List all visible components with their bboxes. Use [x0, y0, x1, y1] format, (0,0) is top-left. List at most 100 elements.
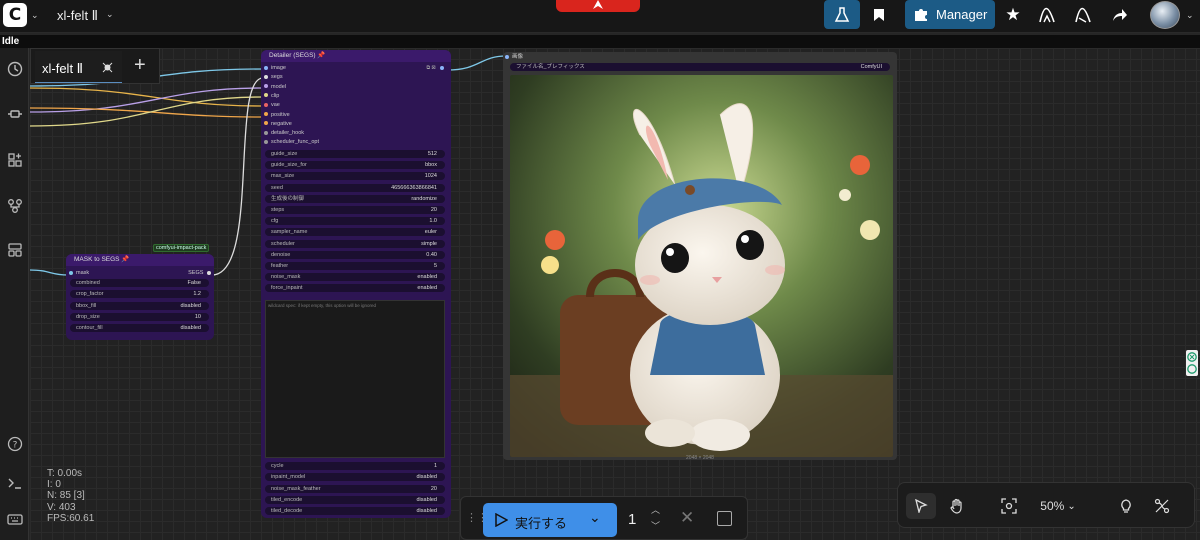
detailer-input-detailer-hook[interactable]: detailer_hook	[264, 129, 304, 138]
widget-seed[interactable]: seed 465666363866841	[265, 183, 445, 192]
widget-guide-size-for[interactable]: guide_size_for bbox	[265, 161, 445, 170]
logo-chevron-icon[interactable]: ⌄	[31, 10, 39, 21]
detailer-node[interactable]: Detailer (SEGS) 📌 image segs model clip vae p…	[261, 50, 451, 518]
widget-noise-mask[interactable]: noise_mask enabled	[265, 273, 445, 282]
workflows-icon[interactable]	[5, 198, 25, 218]
wildcard-textarea[interactable]: wildcard spec: if kept empty, this optio…	[265, 300, 445, 458]
top-bar: C ⌄ xl-felt Ⅱ ⌄ Manager ★ ⌄	[0, 0, 1200, 33]
widget-steps[interactable]: steps 20	[265, 206, 445, 214]
widget-inpaint-model[interactable]: inpaint_model disabled	[265, 473, 445, 482]
output-image	[510, 75, 893, 457]
widget-label: bbox_fill	[76, 302, 97, 309]
widget-value: 5	[433, 263, 437, 269]
model-library-icon[interactable]	[5, 152, 25, 172]
widget-force-inpaint[interactable]: force_inpaint enabled	[265, 284, 445, 293]
image-panel-input[interactable]: 画像	[505, 53, 523, 62]
graph-canvas[interactable]: xl-felt Ⅱ + Detailer (SEGS) 📌 image segs m…	[30, 48, 1200, 540]
widget-value: disabled	[416, 474, 438, 481]
widget-sampler-name[interactable]: sampler_name euler	[265, 228, 445, 237]
widget-label: tiled_decode	[271, 508, 303, 515]
widget-cfg[interactable]: cfg 1.0	[265, 217, 445, 226]
side-toggle[interactable]	[1186, 350, 1198, 376]
detailer-input-positive[interactable]: positive	[264, 111, 290, 120]
history-icon[interactable]	[5, 61, 25, 81]
toggle-links-button[interactable]	[1148, 493, 1176, 519]
filename-prefix-field[interactable]: ファイル名_プレフィックス ComfyUI	[510, 63, 890, 71]
detailer-input-image[interactable]: image	[264, 64, 286, 73]
mask-to-segs-node[interactable]: MASK to SEGS 📌 mask SEGS combined False cr…	[66, 254, 214, 340]
detailer-input-vae[interactable]: vae	[264, 101, 280, 110]
detailer-input-clip[interactable]: clip	[264, 92, 279, 101]
widget-crop-factor[interactable]: crop_factor 1.2	[70, 290, 209, 299]
widget-tiled-decode[interactable]: tiled_decode disabled	[265, 507, 445, 516]
run-button[interactable]: 実行する ⌄	[483, 503, 617, 537]
workflow-title[interactable]: xl-felt Ⅱ	[57, 8, 98, 24]
hint-button[interactable]	[1113, 493, 1139, 519]
avatar-chevron-icon[interactable]: ⌄	[1186, 10, 1194, 21]
widget-cycle[interactable]: cycle 1	[265, 462, 445, 470]
add-tab-button[interactable]: +	[134, 54, 146, 77]
favorites-button[interactable]: ★	[1000, 0, 1026, 29]
widget-noise-mask-feather[interactable]: noise_mask_feather 20	[265, 484, 445, 493]
terminal-icon[interactable]	[5, 475, 25, 495]
detailer-input-scheduler-func-opt[interactable]: scheduler_func_opt	[264, 138, 319, 147]
stat-line: N: 85 [3]	[47, 490, 85, 502]
manager-button[interactable]: Manager	[905, 0, 995, 29]
widget-scheduler[interactable]: scheduler simple	[265, 239, 445, 248]
detailer-input-segs[interactable]: segs	[264, 73, 283, 82]
workflow-tab-bar: xl-felt Ⅱ +	[30, 48, 160, 84]
fit-view-button[interactable]	[995, 493, 1023, 519]
templates-icon[interactable]	[5, 242, 25, 262]
status-text: Idle	[2, 36, 20, 47]
save-image-node[interactable]: 画像 ファイル名_プレフィックス ComfyUI 2048 × 2048	[503, 52, 897, 461]
widget-value: euler	[424, 229, 437, 236]
manager-label: Manager	[936, 7, 988, 22]
stat-line: I: 0	[47, 479, 61, 491]
help-icon[interactable]: ?	[5, 436, 25, 456]
bookmark-button[interactable]	[864, 0, 894, 29]
increment-icon[interactable]: ︿	[651, 503, 660, 516]
tab-close-icon[interactable]	[102, 62, 113, 73]
stop-square-icon[interactable]	[717, 511, 732, 526]
widget-生成後の制御[interactable]: 生成後の制御 randomize	[265, 194, 445, 203]
hand-tool-button[interactable]	[943, 493, 971, 519]
zoom-dropdown[interactable]: 50% ⌄	[1036, 493, 1080, 519]
detailer-input-model[interactable]: model	[264, 83, 286, 92]
widget-tiled-encode[interactable]: tiled_encode disabled	[265, 495, 445, 504]
queue-button[interactable]	[824, 0, 860, 29]
widget-guide-size[interactable]: guide_size 512	[265, 150, 445, 158]
widget-max-size[interactable]: max_size 1024	[265, 172, 445, 181]
stop-button[interactable]	[556, 0, 640, 12]
mask-input[interactable]: mask	[69, 269, 89, 278]
widget-drop-size[interactable]: drop_size 10	[70, 312, 209, 321]
pointer-icon	[915, 499, 928, 513]
detailer-input-negative[interactable]: negative	[264, 120, 292, 129]
decrement-icon[interactable]: ﹀	[651, 519, 660, 532]
share-button[interactable]	[1106, 0, 1134, 29]
widget-contour-fill[interactable]: contour_fill disabled	[70, 324, 209, 333]
segs-output[interactable]: SEGS	[188, 269, 211, 278]
wave2-button[interactable]	[1070, 0, 1096, 29]
widget-combined[interactable]: combined False	[70, 279, 209, 287]
bookmark-icon	[874, 8, 884, 21]
wave-button[interactable]	[1034, 0, 1060, 29]
tab-workflow[interactable]: xl-felt Ⅱ	[35, 51, 122, 83]
title-chevron-icon[interactable]: ⌄	[106, 9, 114, 20]
cancel-icon[interactable]: ✕	[680, 508, 694, 528]
run-bar: ⋮⋮ 実行する ⌄ 1 ︿ ﹀ ✕	[460, 496, 748, 540]
app-logo[interactable]: C	[3, 3, 27, 27]
widget-feather[interactable]: feather 5	[265, 262, 445, 270]
widget-denoise[interactable]: denoise 0.40	[265, 250, 445, 259]
batch-count-input[interactable]: 1	[628, 511, 636, 528]
keyboard-icon[interactable]	[5, 511, 25, 531]
widget-bbox-fill[interactable]: bbox_fill disabled	[70, 301, 209, 310]
avatar[interactable]	[1150, 1, 1180, 29]
detailer-output-image[interactable]: ⧉ ⊠	[426, 64, 447, 73]
select-tool-button[interactable]	[906, 493, 936, 519]
widget-label: noise_mask	[271, 274, 301, 281]
stat-line: V: 403	[47, 501, 76, 513]
node-library-icon[interactable]	[5, 106, 25, 126]
run-mode-chevron-icon[interactable]: ⌄	[589, 509, 601, 526]
widget-label: denoise	[271, 251, 291, 258]
image-dimensions: 2048 × 2048	[686, 455, 714, 461]
